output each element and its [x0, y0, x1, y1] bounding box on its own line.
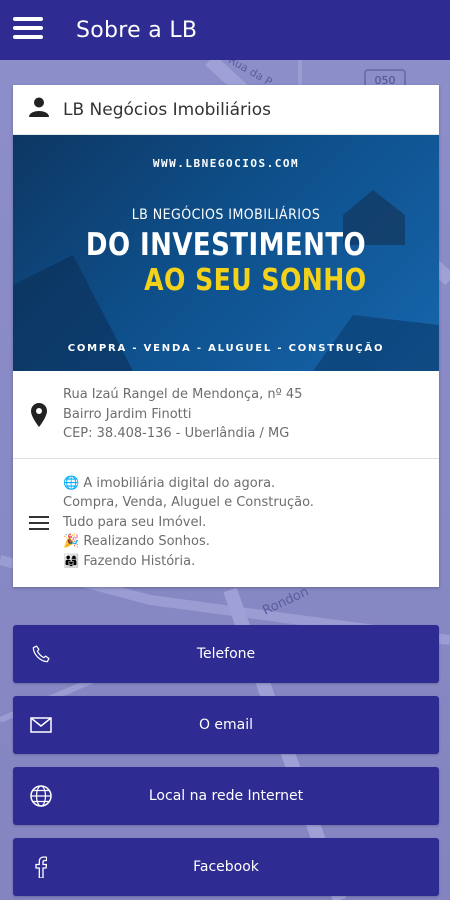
email-button-label: O email: [198, 717, 254, 733]
hamburger-menu-icon: [13, 16, 43, 44]
menu-button[interactable]: [0, 0, 56, 60]
description-line: 🌐 A imobiliária digital do agora.: [63, 475, 276, 491]
company-header: LB Negócios Imobiliários: [13, 85, 439, 135]
facebook-icon: [27, 838, 55, 896]
description-text: 🌐 A imobiliária digital do agora. Compra…: [63, 474, 314, 572]
description-line: 👨‍👩‍👧 Fazendo História.: [63, 553, 196, 569]
company-card: LB Negócios Imobiliários WWW.LBNEGOCIOS.…: [13, 85, 439, 587]
address-text: Rua Izaú Rangel de Mendonça, nº 45 Bairr…: [63, 385, 302, 444]
banner-company: LB NEGÓCIOS IMOBILIÁRIOS: [131, 207, 321, 223]
description-line: Compra, Venda, Aluguel e Construção.: [63, 495, 314, 511]
description-row: 🌐 A imobiliária digital do agora. Compra…: [13, 459, 439, 586]
address-line: Rua Izaú Rangel de Mendonça, nº 45: [63, 387, 303, 403]
description-line: Tudo para seu Imóvel.: [63, 514, 207, 530]
location-pin-icon: [29, 402, 49, 427]
envelope-icon: [27, 696, 55, 754]
phone-button[interactable]: Telefone: [13, 625, 439, 683]
address-line: CEP: 38.408-136 - Uberlândia / MG: [63, 426, 290, 442]
website-button[interactable]: Local na rede Internet: [13, 767, 439, 825]
phone-button-label: Telefone: [196, 646, 256, 662]
page-title: Sobre a LB: [76, 17, 198, 43]
app-bar: Sobre a LB: [0, 0, 450, 60]
company-banner: WWW.LBNEGOCIOS.COM LB NEGÓCIOS IMOBILIÁR…: [13, 135, 439, 371]
address-row[interactable]: Rua Izaú Rangel de Mendonça, nº 45 Bairr…: [13, 371, 439, 459]
person-icon: [29, 97, 49, 122]
website-button-label: Local na rede Internet: [148, 788, 304, 804]
text-lines-icon: [29, 515, 49, 530]
globe-icon: [27, 767, 55, 825]
company-name: LB Negócios Imobiliários: [63, 99, 271, 120]
facebook-button-label: Facebook: [193, 859, 259, 875]
facebook-button[interactable]: Facebook: [13, 838, 439, 896]
banner-url: WWW.LBNEGOCIOS.COM: [152, 157, 300, 170]
description-line: 🎉 Realizando Sonhos.: [63, 534, 210, 550]
phone-icon: [27, 625, 55, 683]
banner-headline: DO INVESTIMENTO: [85, 227, 367, 263]
banner-subheadline: AO SEU SONHO: [144, 263, 367, 298]
email-button[interactable]: O email: [13, 696, 439, 754]
address-line: Bairro Jardim Finotti: [63, 406, 192, 422]
banner-services: COMPRA - VENDA - ALUGUEL - CONSTRUÇÃO: [67, 343, 385, 354]
